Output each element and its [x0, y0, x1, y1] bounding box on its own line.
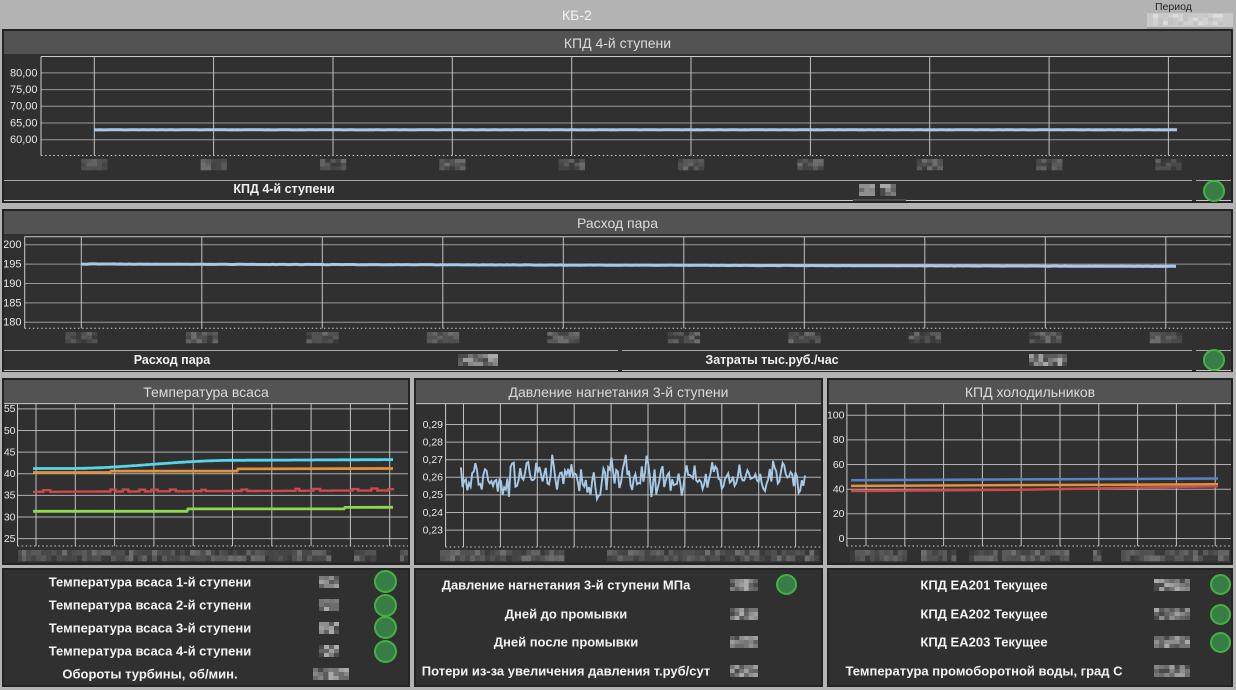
svg-text:100: 100: [827, 409, 845, 421]
svg-text:80,00: 80,00: [10, 67, 38, 79]
svg-text:180: 180: [4, 317, 22, 329]
svg-text:25: 25: [4, 533, 16, 545]
svg-text:80: 80: [833, 434, 845, 446]
svg-text:200: 200: [4, 239, 22, 251]
svg-text:75,00: 75,00: [10, 84, 38, 96]
svg-text:0: 0: [839, 533, 845, 545]
svg-text:0,28: 0,28: [423, 436, 444, 448]
svg-text:30: 30: [4, 511, 16, 523]
svg-text:20: 20: [833, 508, 845, 520]
svg-text:50: 50: [4, 425, 16, 437]
svg-text:65,00: 65,00: [10, 117, 38, 129]
svg-text:45: 45: [4, 446, 16, 458]
svg-text:40: 40: [4, 468, 16, 480]
svg-text:185: 185: [4, 297, 22, 309]
svg-text:0,25: 0,25: [423, 489, 444, 501]
svg-text:40: 40: [833, 483, 845, 495]
svg-text:35: 35: [4, 490, 16, 502]
svg-text:190: 190: [4, 278, 22, 290]
svg-text:195: 195: [4, 259, 22, 271]
svg-text:0,29: 0,29: [423, 419, 444, 431]
svg-text:0,24: 0,24: [423, 507, 444, 519]
svg-text:0,23: 0,23: [423, 524, 444, 536]
svg-text:0,27: 0,27: [423, 454, 444, 466]
svg-text:60,00: 60,00: [10, 134, 38, 146]
svg-text:60: 60: [833, 459, 845, 471]
svg-text:70,00: 70,00: [10, 101, 38, 113]
svg-text:0,26: 0,26: [423, 472, 444, 484]
svg-text:55: 55: [4, 403, 16, 415]
